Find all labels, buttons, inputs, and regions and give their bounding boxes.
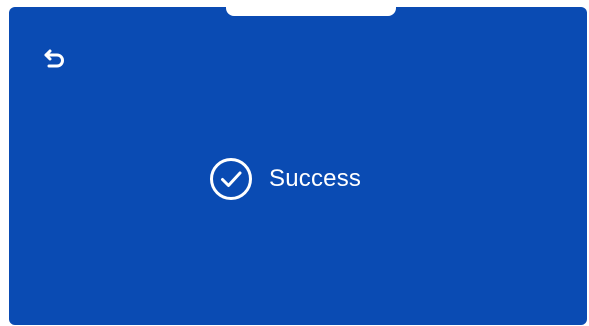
check-circle-icon — [209, 157, 253, 201]
back-arrow-icon — [43, 48, 67, 70]
back-button[interactable] — [37, 43, 73, 75]
status-text: Success — [269, 165, 362, 192]
device-frame: Success — [0, 0, 589, 326]
top-notch — [226, 7, 396, 16]
status-message: Success — [209, 149, 361, 209]
success-screen: Success — [9, 7, 587, 325]
